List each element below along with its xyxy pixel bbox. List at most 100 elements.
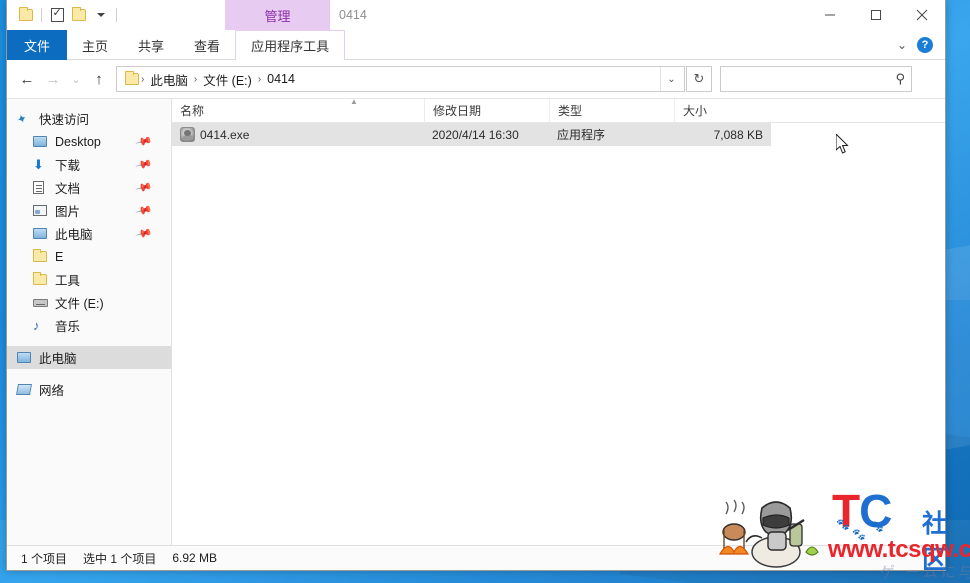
ribbon-right-controls: ⌄ ? [893,30,945,59]
file-list-pane[interactable]: 名称 修改日期 类型 大小 ▲ 0414.exe 2020/4/14 16:30… [172,97,945,545]
sidebar-item-downloads[interactable]: ⬇ 下载 📌 [7,153,171,176]
sidebar-item-documents[interactable]: 文档 📌 [7,176,171,199]
search-input[interactable] [727,72,896,86]
pin-icon[interactable]: 📌 [135,132,153,150]
tab-application-tools[interactable]: 应用程序工具 [235,30,346,60]
breadcrumb-item-drive-e[interactable]: 文件 (E:) [199,70,256,89]
address-bar[interactable]: › 此电脑 › 文件 (E:) › 0414 ⌄ [116,66,685,92]
status-selection-count: 选中 1 个项目 [83,551,157,566]
status-item-count: 1 个项目 [21,551,68,566]
chevron-down-icon[interactable]: ⌄ [660,67,682,91]
chevron-down-icon[interactable]: ⌄ [893,38,911,52]
sidebar-item-e[interactable]: E [7,245,171,268]
sort-indicator-icon: ▲ [350,97,358,106]
sidebar-item-label: 文件 (E:) [55,297,104,311]
column-headers: 名称 修改日期 类型 大小 ▲ [172,97,945,123]
folder-icon [33,249,50,262]
breadcrumb-separator: › [141,73,145,85]
sidebar-group-quick-access[interactable]: ✦ 快速访问 [7,107,171,130]
chevron-down-icon[interactable] [90,4,112,26]
sidebar-item-music[interactable]: ♪ 音乐 [7,314,171,337]
new-folder-icon[interactable] [68,4,90,26]
star-icon: ✦ [14,110,30,127]
maximize-button[interactable] [853,0,899,30]
contextual-tab-group-header: 管理 [225,0,330,30]
tab-home[interactable]: 主页 [67,30,123,60]
window-controls [807,0,945,30]
column-header-label: 名称 [180,104,205,118]
sidebar-item-label: 图片 [55,205,81,219]
sidebar-item-this-pc[interactable]: 此电脑 [7,346,171,369]
table-row[interactable]: 0414.exe 2020/4/14 16:30 应用程序 7,088 KB [172,123,771,146]
status-selection-size: 6.92 MB [172,551,218,565]
breadcrumb-separator: › [193,73,198,85]
column-header-label: 类型 [558,104,583,118]
sidebar-item-label: 文档 [55,182,81,196]
pin-icon[interactable]: 📌 [135,155,153,173]
status-bar: 1 个项目 选中 1 个项目 6.92 MB [7,545,945,570]
sidebar-item-label: Desktop [55,134,101,149]
sidebar-item-label: 网络 [39,384,65,398]
search-box[interactable]: ⚲ [720,66,912,92]
download-icon: ⬇ [33,157,44,172]
up-button[interactable]: ↑ [86,66,112,92]
navigation-pane[interactable]: ✦ 快速访问 Desktop 📌 ⬇ 下载 📌 文档 📌 图片 📌 此电脑 📌 … [7,99,172,545]
folder-icon [33,272,50,285]
folder-icon [125,71,139,85]
column-header-type[interactable]: 类型 [549,98,674,123]
breadcrumb-item-0414[interactable]: 0414 [263,72,299,86]
back-button[interactable]: ← [14,66,40,92]
properties-icon[interactable] [46,4,68,26]
recent-locations-icon[interactable]: ⌄ [66,66,86,92]
column-header-size[interactable]: 大小 [674,98,771,123]
minimize-button[interactable] [807,0,853,30]
contextual-tab-group-label: 管理 [264,8,291,24]
file-name-cell[interactable]: 0414.exe [172,127,424,142]
sidebar-item-desktop[interactable]: Desktop 📌 [7,130,171,153]
tab-share[interactable]: 共享 [123,30,179,60]
application-exe-icon [180,127,195,142]
pin-icon[interactable]: 📌 [135,201,153,219]
pictures-icon [33,205,50,216]
drive-icon [33,298,50,307]
pin-icon[interactable]: 📌 [135,224,153,242]
sidebar-item-label: E [55,249,64,264]
search-icon[interactable]: ⚲ [895,71,905,87]
column-header-label: 大小 [683,104,708,118]
sidebar-item-drive-e[interactable]: 文件 (E:) [7,291,171,314]
sidebar-item-this-pc-pinned[interactable]: 此电脑 📌 [7,222,171,245]
help-icon[interactable]: ? [917,36,933,53]
sidebar-item-label: 快速访问 [39,113,90,127]
sidebar-item-network[interactable]: 网络 [7,378,171,401]
file-list-body[interactable]: 0414.exe 2020/4/14 16:30 应用程序 7,088 KB [172,123,945,545]
file-size-cell: 7,088 KB [713,127,763,142]
sidebar-item-label: 此电脑 [39,352,77,366]
quick-access-toolbar [7,4,121,26]
column-header-date-modified[interactable]: 修改日期 [424,98,549,123]
tab-file[interactable]: 文件 [7,30,68,60]
sidebar-item-label: 下载 [55,159,81,173]
pin-icon[interactable]: 📌 [135,178,153,196]
tab-view[interactable]: 查看 [179,30,235,60]
breadcrumb-item-this-pc[interactable]: 此电脑 [146,70,192,89]
sidebar-item-pictures[interactable]: 图片 📌 [7,199,171,222]
sidebar-item-label: 音乐 [55,320,81,334]
breadcrumb-separator: › [257,73,262,85]
forward-button: → [45,70,61,88]
folder-icon[interactable] [15,4,37,26]
column-header-name[interactable]: 名称 [172,99,424,123]
window-title: 0414 [339,8,367,22]
refresh-button[interactable]: ↻ [686,66,712,92]
divider [116,8,117,22]
sidebar-item-tools[interactable]: 工具 [7,268,171,291]
monitor-icon [33,136,50,147]
ribbon-tab-strip: 文件 主页 共享 查看 应用程序工具 ⌄ ? [7,30,945,60]
network-icon [16,384,34,395]
explorer-body: ✦ 快速访问 Desktop 📌 ⬇ 下载 📌 文档 📌 图片 📌 此电脑 📌 … [7,98,945,545]
music-icon: ♪ [33,318,40,333]
close-button[interactable] [899,0,945,30]
navigation-bar: ← → ⌄ ↑ › 此电脑 › 文件 (E:) › 0414 ⌄ ↻ ⚲ [7,60,945,98]
monitor-icon [17,352,34,363]
